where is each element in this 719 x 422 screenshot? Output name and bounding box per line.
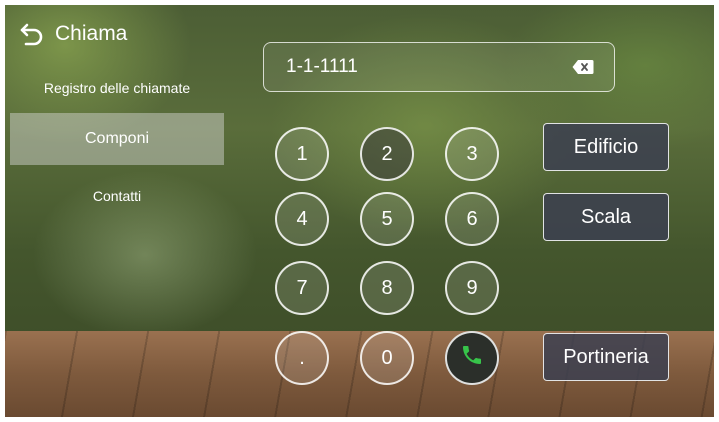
- sidebar-item-contacts[interactable]: Contatti: [10, 185, 224, 207]
- sidebar-item-dial[interactable]: Componi: [10, 113, 224, 165]
- key-3[interactable]: 3: [445, 127, 499, 181]
- key-4[interactable]: 4: [275, 192, 329, 246]
- key-7[interactable]: 7: [275, 261, 329, 315]
- back-arrow-icon[interactable]: [19, 21, 45, 47]
- call-button[interactable]: [445, 331, 499, 385]
- key-1[interactable]: 1: [275, 127, 329, 181]
- sidebar-item-call-log[interactable]: Registro delle chiamate: [10, 77, 224, 99]
- header: Chiama: [19, 21, 127, 47]
- key-9[interactable]: 9: [445, 261, 499, 315]
- page-title: Chiama: [55, 22, 128, 45]
- number-display[interactable]: 1-1-1111: [263, 42, 615, 92]
- scala-button[interactable]: Scala: [543, 193, 669, 241]
- portineria-button[interactable]: Portineria: [543, 333, 669, 381]
- key-8[interactable]: 8: [360, 261, 414, 315]
- key-dot[interactable]: .: [275, 331, 329, 385]
- dialed-number: 1-1-1111: [286, 56, 358, 77]
- dialer-screen: Chiama Registro delle chiamate Componi C…: [5, 5, 714, 417]
- key-6[interactable]: 6: [445, 192, 499, 246]
- backspace-icon[interactable]: [572, 59, 594, 75]
- phone-icon: [460, 343, 484, 373]
- sidebar: Registro delle chiamate Componi Contatti: [10, 77, 224, 207]
- key-0[interactable]: 0: [360, 331, 414, 385]
- edificio-button[interactable]: Edificio: [543, 123, 669, 171]
- key-5[interactable]: 5: [360, 192, 414, 246]
- key-2[interactable]: 2: [360, 127, 414, 181]
